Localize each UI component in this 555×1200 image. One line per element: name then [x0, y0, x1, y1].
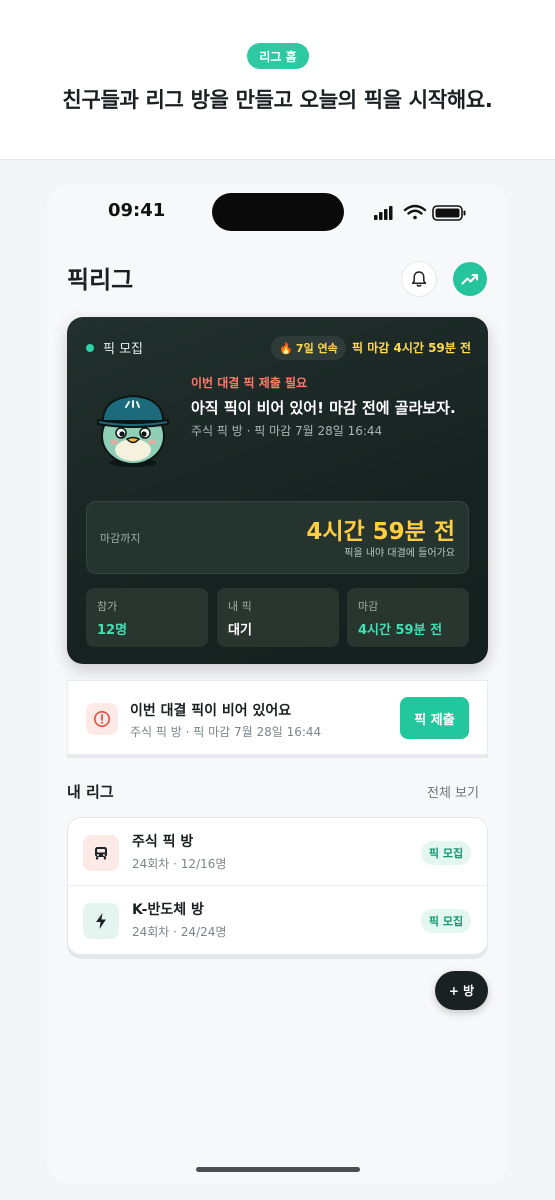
deadline-box: 마감까지 4시간 59분 전 픽을 내야 대결에 들어가요: [86, 501, 469, 574]
league-meta: 24회차 · 12/16명: [132, 857, 227, 871]
battery-icon: [432, 205, 466, 221]
alert-circle-icon: [94, 711, 110, 727]
intro-banner: 리그 홈 친구들과 리그 방을 만들고 오늘의 픽을 시작해요.: [0, 0, 555, 160]
deadline-label: 마감까지: [100, 532, 141, 545]
alert-title: 이번 대결 픽이 비어 있어요: [130, 703, 292, 719]
stat-label: 내 픽: [228, 600, 252, 613]
notifications-button[interactable]: [401, 261, 437, 297]
stat-deadline: 마감 4시간 59분 전: [347, 588, 469, 647]
stat-value: 12명: [97, 623, 128, 638]
hero-subtext: 주식 픽 방 · 픽 마감 7월 28일 16:44: [191, 424, 383, 438]
signal-icon: [374, 206, 393, 220]
home-indicator[interactable]: [196, 1167, 360, 1172]
bell-icon: [411, 271, 427, 287]
alert-subtext: 주식 픽 방 · 픽 마감 7월 28일 16:44: [130, 725, 322, 739]
section-pill: 리그 홈: [247, 43, 309, 69]
fire-icon: 🔥: [279, 341, 293, 355]
status-dot: [86, 344, 94, 352]
submit-pick-button[interactable]: 픽 제출: [400, 697, 469, 739]
lightning-icon: [96, 913, 106, 929]
alert-icon-box: [86, 703, 118, 735]
status-time: 09:41: [108, 200, 166, 221]
league-status-badge: 픽 모집: [421, 909, 471, 933]
add-room-button[interactable]: + 방: [435, 971, 488, 1010]
stat-participants: 참가 12명: [86, 588, 208, 647]
pick-required-label: 이번 대결 픽 제출 필요: [191, 376, 308, 390]
streak-badge: 🔥 7일 연속: [271, 336, 346, 360]
league-item-semiconductor[interactable]: K-반도체 방 24회차 · 24/24명 픽 모집: [68, 886, 487, 954]
stat-value: 4시간 59분 전: [358, 623, 443, 638]
deadline-value: 4시간 59분 전: [306, 519, 455, 545]
see-all-link[interactable]: 전체 보기: [427, 782, 479, 801]
deadline-hint: 픽을 내야 대결에 들어가요: [344, 548, 455, 559]
league-icon-box: [83, 903, 119, 939]
my-leagues-title: 내 리그: [67, 783, 114, 801]
stats-button[interactable]: [453, 262, 487, 296]
trending-up-icon: [461, 274, 478, 285]
hero-message: 아직 픽이 비어 있어! 마감 전에 골라보자.: [191, 399, 456, 417]
league-list: 주식 픽 방 24회차 · 12/16명 픽 모집 K-반도체 방 24회차 ·…: [67, 817, 488, 955]
streak-text: 7일 연속: [295, 342, 338, 355]
intro-headline: 친구들과 리그 방을 만들고 오늘의 픽을 시작해요.: [62, 88, 493, 112]
league-meta: 24회차 · 24/24명: [132, 925, 227, 939]
stat-value: 대기: [228, 623, 252, 638]
duck-mascot-icon: [97, 394, 169, 467]
deadline-countdown-top: 픽 마감 4시간 59분 전: [352, 341, 472, 355]
league-item-stock[interactable]: 주식 픽 방 24회차 · 12/16명 픽 모집: [68, 818, 487, 886]
stat-label: 참가: [97, 600, 118, 613]
league-name: 주식 픽 방: [132, 834, 194, 850]
stat-label: 마감: [358, 600, 379, 613]
league-name: K-반도체 방: [132, 902, 204, 918]
league-status-badge: 픽 모집: [421, 841, 471, 865]
empty-pick-alert: 이번 대결 픽이 비어 있어요 주식 픽 방 · 픽 마감 7월 28일 16:…: [67, 680, 488, 758]
status-icons: [374, 204, 466, 221]
league-icon-box: [83, 835, 119, 871]
current-match-card[interactable]: 픽 모집 🔥 7일 연속 픽 마감 4시간 59분 전 이번 대결 픽 제출 필…: [67, 317, 488, 664]
stat-my-pick: 내 픽 대기: [217, 588, 339, 647]
bus-icon: [95, 847, 107, 860]
app-title: 픽리그: [67, 266, 134, 294]
wifi-icon: [403, 204, 427, 220]
dynamic-island: [212, 193, 344, 231]
pick-status-label: 픽 모집: [103, 342, 144, 357]
